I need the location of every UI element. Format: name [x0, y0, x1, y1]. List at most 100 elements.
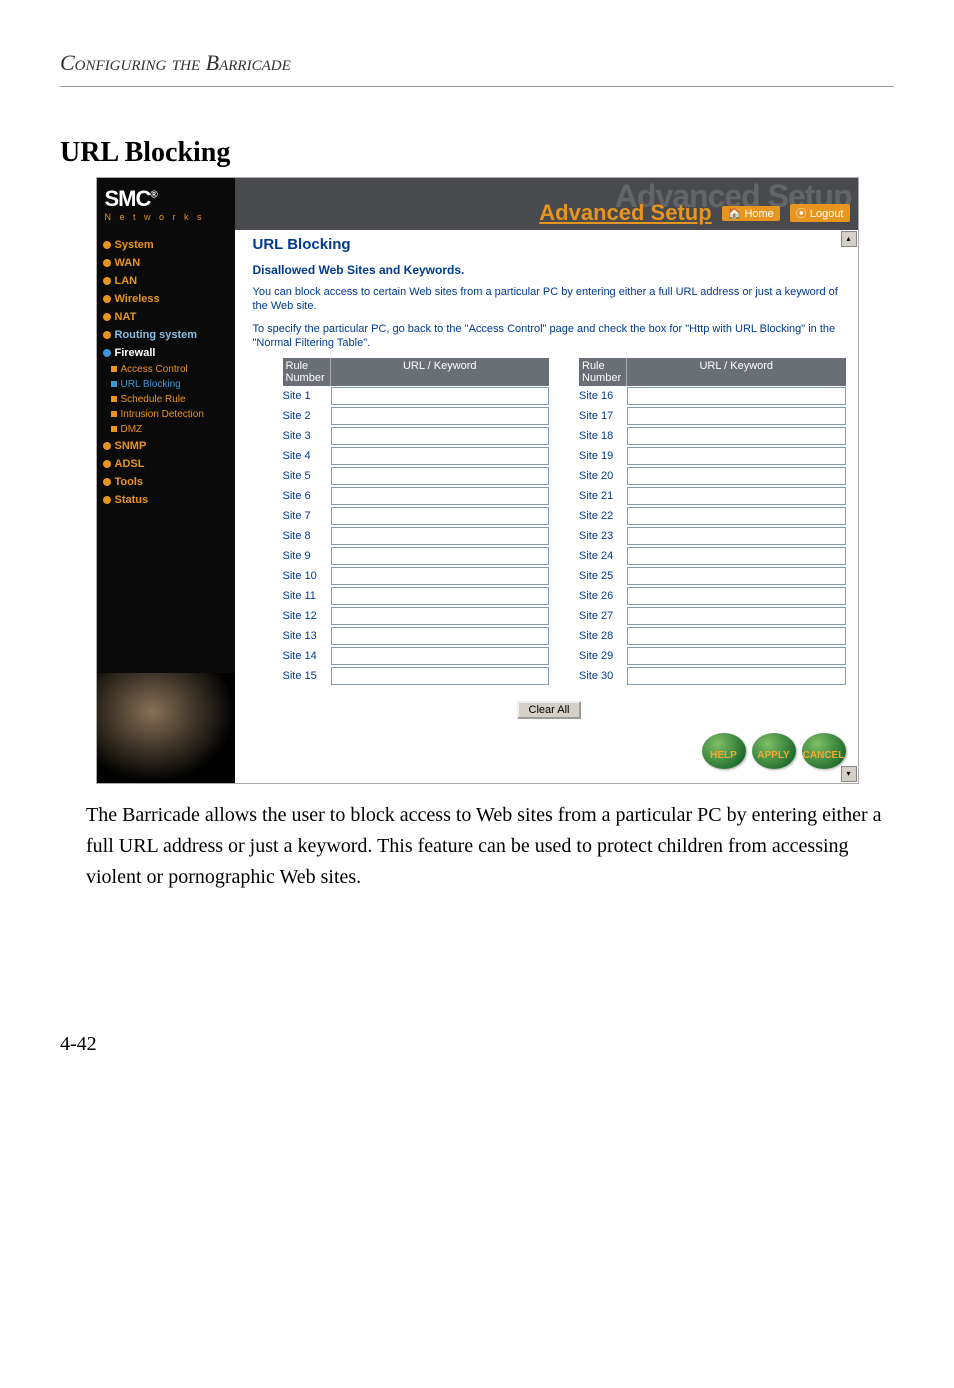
- rule-label: Site 12: [283, 610, 331, 622]
- url-keyword-input[interactable]: [627, 427, 846, 445]
- section-title: URL Blocking: [60, 137, 894, 169]
- sidebar-group-top: SystemWANLANWirelessNATRouting system: [101, 236, 231, 344]
- rule-row: Site 26: [579, 586, 846, 606]
- sidebar-item-firewall[interactable]: Firewall: [101, 344, 231, 362]
- url-keyword-input[interactable]: [627, 547, 846, 565]
- url-keyword-input[interactable]: [331, 627, 550, 645]
- clear-all-button[interactable]: Clear All: [517, 701, 582, 719]
- rule-row: Site 9: [283, 546, 550, 566]
- rule-label: Site 24: [579, 550, 627, 562]
- logout-button[interactable]: ⦿ Logout: [790, 204, 850, 222]
- sidebar-sub-access-control[interactable]: Access Control: [101, 362, 231, 377]
- banner-right: Advanced Setup Advanced Setup 🏠 Home ⦿ L…: [235, 178, 858, 230]
- sidebar-item-nat[interactable]: NAT: [101, 308, 231, 326]
- url-keyword-input[interactable]: [331, 587, 550, 605]
- col-rule: Rule Number: [283, 358, 331, 386]
- sidebar-sub-url-blocking[interactable]: URL Blocking: [101, 377, 231, 392]
- url-keyword-input[interactable]: [331, 607, 550, 625]
- sidebar-item-wan[interactable]: WAN: [101, 254, 231, 272]
- url-keyword-input[interactable]: [627, 667, 846, 685]
- url-keyword-input[interactable]: [627, 647, 846, 665]
- desc-2: To specify the particular PC, go back to…: [253, 322, 846, 351]
- rule-label: Site 1: [283, 390, 331, 402]
- url-keyword-input[interactable]: [331, 407, 550, 425]
- rule-label: Site 21: [579, 490, 627, 502]
- rule-label: Site 28: [579, 630, 627, 642]
- rule-label: Site 19: [579, 450, 627, 462]
- sidebar-item-snmp[interactable]: SNMP: [101, 437, 231, 455]
- scroll-down-icon[interactable]: ▾: [841, 766, 857, 782]
- sidebar-decor-image: [97, 673, 235, 783]
- rule-label: Site 23: [579, 530, 627, 542]
- rule-row: Site 16: [579, 386, 846, 406]
- sidebar-sub-intrusion-detection[interactable]: Intrusion Detection: [101, 407, 231, 422]
- sidebar-item-system[interactable]: System: [101, 236, 231, 254]
- url-keyword-input[interactable]: [331, 647, 550, 665]
- rule-row: Site 17: [579, 406, 846, 426]
- col-keyword: URL / Keyword: [331, 358, 550, 386]
- url-keyword-input[interactable]: [331, 427, 550, 445]
- chapter-title: Configuring the Barricade: [60, 50, 894, 76]
- url-keyword-input[interactable]: [331, 547, 550, 565]
- rule-row: Site 4: [283, 446, 550, 466]
- cancel-button[interactable]: CANCEL: [802, 733, 846, 769]
- apply-button[interactable]: APPLY: [752, 733, 796, 769]
- sidebar-item-wireless[interactable]: Wireless: [101, 290, 231, 308]
- rule-label: Site 14: [283, 650, 331, 662]
- url-keyword-input[interactable]: [627, 387, 846, 405]
- sidebar-item-adsl[interactable]: ADSL: [101, 455, 231, 473]
- sidebar-sub-schedule-rule[interactable]: Schedule Rule: [101, 392, 231, 407]
- url-keyword-input[interactable]: [331, 447, 550, 465]
- rule-row: Site 30: [579, 666, 846, 686]
- url-keyword-input[interactable]: [331, 507, 550, 525]
- url-keyword-input[interactable]: [627, 407, 846, 425]
- home-button[interactable]: 🏠 Home: [722, 206, 780, 221]
- banner: SMC® N e t w o r k s Advanced Setup Adva…: [97, 178, 858, 230]
- url-keyword-input[interactable]: [331, 527, 550, 545]
- url-keyword-input[interactable]: [331, 387, 550, 405]
- page-heading: URL Blocking: [253, 236, 846, 253]
- help-button[interactable]: HELP: [702, 733, 746, 769]
- screenshot: SMC® N e t w o r k s Advanced Setup Adva…: [96, 177, 859, 784]
- page-sub-heading: Disallowed Web Sites and Keywords.: [253, 263, 846, 277]
- grid-right-col: Site 16 Site 17 Site 18 Site 19 Site 20 Site …: [579, 386, 846, 686]
- url-keyword-input[interactable]: [627, 507, 846, 525]
- rule-label: Site 6: [283, 490, 331, 502]
- rule-row: Site 3: [283, 426, 550, 446]
- scroll-up-icon[interactable]: ▴: [841, 231, 857, 247]
- brand-block: SMC® N e t w o r k s: [97, 178, 235, 230]
- rule-row: Site 25: [579, 566, 846, 586]
- rule-label: Site 10: [283, 570, 331, 582]
- sidebar-item-routing-system[interactable]: Routing system: [101, 326, 231, 344]
- url-keyword-input[interactable]: [627, 567, 846, 585]
- url-keyword-input[interactable]: [627, 487, 846, 505]
- rule-row: Site 20: [579, 466, 846, 486]
- url-keyword-input[interactable]: [331, 567, 550, 585]
- sidebar-item-tools[interactable]: Tools: [101, 473, 231, 491]
- url-keyword-input[interactable]: [627, 627, 846, 645]
- caption-text: The Barricade allows the user to block a…: [86, 800, 894, 893]
- rule-label: Site 7: [283, 510, 331, 522]
- url-keyword-input[interactable]: [331, 487, 550, 505]
- rule-label: Site 16: [579, 390, 627, 402]
- rule-label: Site 18: [579, 430, 627, 442]
- col-rule: Rule Number: [579, 358, 627, 386]
- rule-label: Site 15: [283, 670, 331, 682]
- url-keyword-input[interactable]: [627, 467, 846, 485]
- url-keyword-input[interactable]: [331, 667, 550, 685]
- url-keyword-input[interactable]: [331, 467, 550, 485]
- sidebar-sub-dmz[interactable]: DMZ: [101, 422, 231, 437]
- url-keyword-input[interactable]: [627, 447, 846, 465]
- rule-row: Site 22: [579, 506, 846, 526]
- rule-label: Site 29: [579, 650, 627, 662]
- rule-label: Site 2: [283, 410, 331, 422]
- url-keyword-input[interactable]: [627, 527, 846, 545]
- url-keyword-input[interactable]: [627, 607, 846, 625]
- rule-row: Site 19: [579, 446, 846, 466]
- sidebar-item-lan[interactable]: LAN: [101, 272, 231, 290]
- url-keyword-input[interactable]: [627, 587, 846, 605]
- page-number: 4-42: [60, 1033, 894, 1056]
- sidebar-item-status[interactable]: Status: [101, 491, 231, 509]
- sidebar: SystemWANLANWirelessNATRouting system Fi…: [97, 230, 235, 783]
- rule-label: Site 9: [283, 550, 331, 562]
